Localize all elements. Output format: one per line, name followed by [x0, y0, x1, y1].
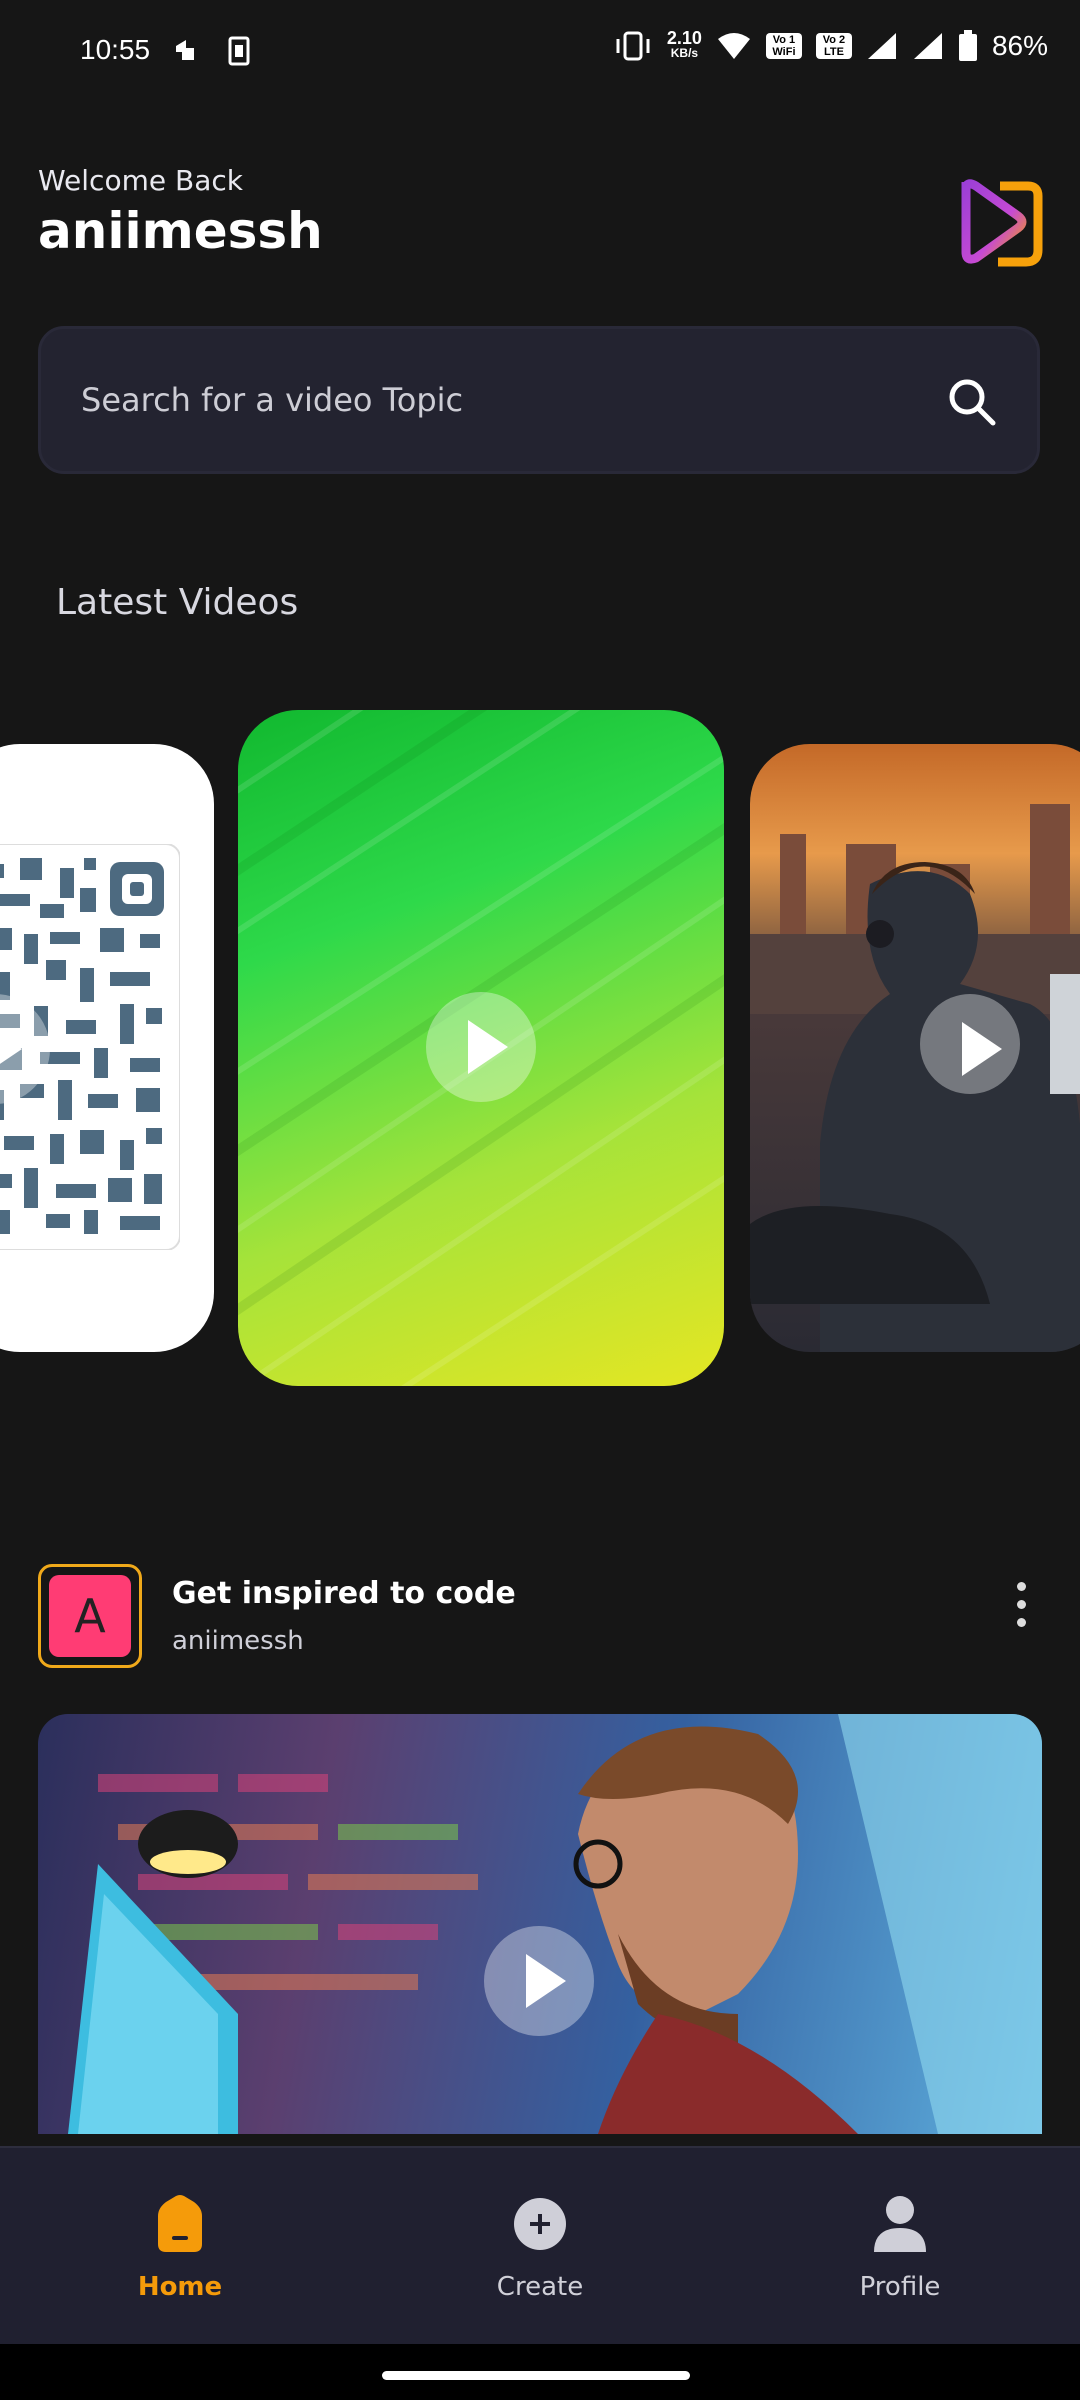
sim-card-icon — [228, 36, 250, 66]
username-title: aniimessh — [38, 202, 323, 260]
nav-create-label: Create — [496, 2272, 584, 2302]
person-headphones-thumbnail — [750, 804, 1080, 1352]
app-logo-icon — [961, 179, 1043, 267]
video-card-qr[interactable] — [0, 744, 214, 1352]
net-speed-unit: KB/s — [670, 46, 699, 60]
video-card-featured[interactable] — [238, 710, 724, 1386]
bottom-navigation: Home Create Profile — [0, 2146, 1080, 2346]
post-author: aniimessh — [172, 1626, 304, 1656]
signal-icon — [867, 33, 896, 59]
latest-videos-heading: Latest Videos — [56, 582, 299, 623]
net-speed: 2.10 KB/s — [666, 28, 702, 61]
status-icons: 2.10 KB/s Vo 1 WiFi Vo 2 LTE 86% — [613, 28, 1048, 62]
user-icon — [874, 2196, 926, 2252]
play-icon[interactable] — [484, 1926, 594, 2036]
plus-circle-icon — [514, 2198, 566, 2250]
signal-icon-2 — [913, 33, 942, 59]
developer-thumbnail — [68, 1714, 1042, 2134]
home-icon — [158, 2195, 202, 2252]
nav-home-label: Home — [137, 2272, 223, 2302]
nav-create[interactable]: Create — [360, 2148, 720, 2346]
avatar[interactable]: A — [38, 1564, 142, 1668]
search-input[interactable]: Search for a video Topic — [81, 381, 463, 419]
wifi-icon — [717, 33, 750, 59]
welcome-text: Welcome Back — [38, 164, 243, 197]
video-card-city[interactable] — [750, 744, 1080, 1352]
vibrate-icon — [616, 31, 650, 61]
play-icon[interactable] — [426, 992, 536, 1102]
search-bar[interactable]: Search for a video Topic — [38, 326, 1040, 474]
net-speed-value: 2.10 — [666, 28, 702, 48]
battery-icon — [958, 30, 977, 61]
nav-profile-label: Profile — [859, 2272, 941, 2302]
gesture-home-bar[interactable] — [382, 2371, 690, 2380]
status-time: 10:55 — [80, 34, 151, 65]
nav-home[interactable]: Home — [0, 2148, 360, 2346]
post-video-thumbnail[interactable] — [38, 1714, 1042, 2134]
post-title: Get inspired to code — [172, 1576, 516, 1611]
notification-icon — [176, 40, 194, 60]
battery-percent: 86% — [991, 30, 1048, 61]
nav-profile[interactable]: Profile — [720, 2148, 1080, 2346]
more-options-icon[interactable] — [1006, 1582, 1036, 1638]
status-bar: 10:55 2.10 KB/s Vo 1 WiFi Vo 2 LTE 86% — [0, 0, 1080, 105]
avatar-letter: A — [49, 1575, 131, 1657]
sim2-badge: Vo 2 LTE — [815, 33, 852, 59]
sim1-badge: Vo 1 WiFi — [765, 33, 802, 59]
search-icon[interactable] — [945, 375, 999, 429]
play-icon[interactable] — [920, 994, 1020, 1094]
